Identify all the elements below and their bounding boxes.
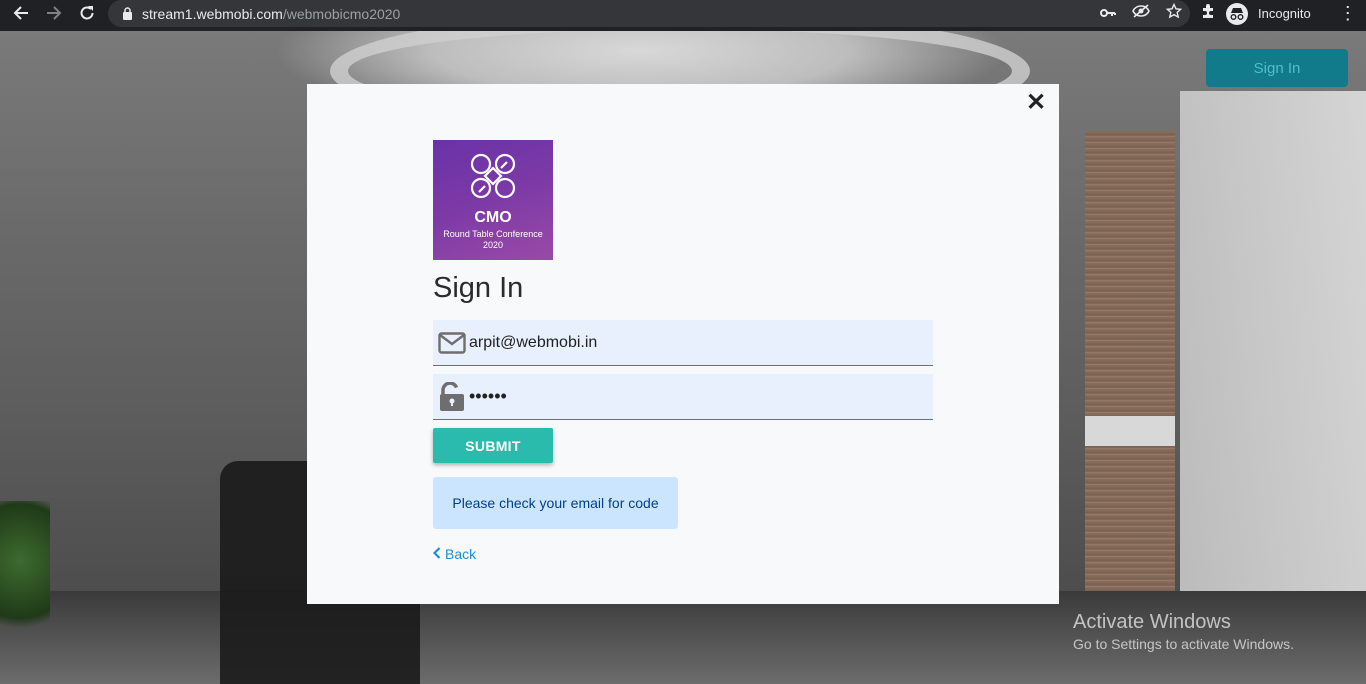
star-icon[interactable] (1165, 2, 1183, 24)
back-label: Back (445, 546, 477, 562)
back-link[interactable]: Back (432, 546, 477, 562)
watermark-subtitle: Go to Settings to activate Windows. (1073, 636, 1294, 652)
reload-icon[interactable] (76, 2, 98, 24)
eye-off-icon[interactable] (1132, 4, 1150, 23)
logo-title: CMO (474, 209, 512, 226)
extensions-puzzle-icon[interactable] (1200, 3, 1216, 24)
email-value: arpit@webmobi.in (469, 333, 598, 351)
url-path: /webmobicmo2020 (282, 5, 401, 22)
header-signin-button[interactable]: Sign In (1206, 49, 1348, 87)
key-icon[interactable] (1100, 5, 1116, 23)
signin-modal: ✕ CMO Round Table Conference 2020 Sign I… (307, 84, 1059, 604)
address-bar[interactable]: stream1.webmobi.com/webmobicmo2020 (108, 0, 1190, 27)
submit-button[interactable]: SUBMIT (433, 428, 553, 463)
pillar-band-decoration (1085, 416, 1175, 446)
envelope-icon (435, 320, 469, 366)
unlock-icon (435, 374, 469, 420)
password-field[interactable]: •••••• (433, 374, 933, 420)
email-field[interactable]: arpit@webmobi.in (433, 320, 933, 366)
browser-menu-icon[interactable]: ⋮ (1339, 3, 1357, 24)
url-host: stream1.webmobi.com (142, 5, 283, 22)
watermark-title: Activate Windows (1073, 611, 1231, 633)
cmo-logo: CMO Round Table Conference 2020 (433, 140, 553, 260)
close-icon[interactable]: ✕ (1025, 91, 1047, 115)
knot-emblem-icon (470, 153, 516, 199)
forward-arrow-icon[interactable] (43, 2, 65, 24)
info-alert: Please check your email for code (433, 477, 678, 529)
plant-decoration (0, 501, 50, 651)
password-value: •••••• (469, 386, 507, 406)
logo-subtitle: Round Table Conference 2020 (443, 229, 543, 250)
chevron-left-icon (432, 546, 441, 562)
incognito-label: Incognito (1258, 6, 1311, 21)
glass-wall-decoration (1180, 91, 1366, 651)
browser-toolbar: stream1.webmobi.com/webmobicmo2020 Incog… (0, 0, 1366, 31)
back-arrow-icon[interactable] (10, 2, 32, 24)
signin-heading: Sign In (433, 272, 524, 304)
incognito-icon[interactable] (1226, 2, 1248, 25)
windows-activation-watermark: Activate Windows Go to Settings to activ… (1073, 611, 1294, 652)
lock-icon (120, 7, 134, 21)
